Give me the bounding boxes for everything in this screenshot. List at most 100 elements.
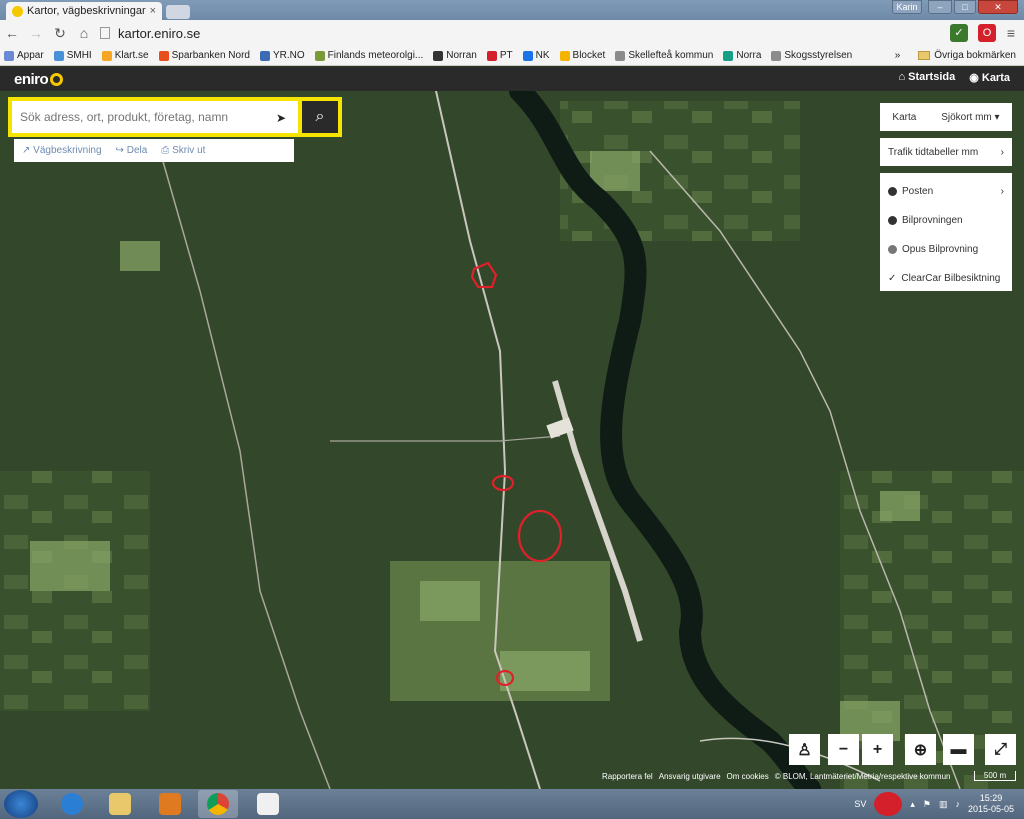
tab-title: Kartor, vägbeskrivningar	[27, 5, 146, 17]
new-tab-button[interactable]	[166, 5, 190, 19]
bookmark-icon	[314, 50, 325, 61]
explorer-icon[interactable]	[100, 790, 140, 818]
close-window-button[interactable]: ✕	[978, 0, 1018, 14]
bookmark-1[interactable]: SMHI	[53, 50, 92, 61]
map-type-selector: Karta Sjökort mm ▾	[880, 103, 1012, 131]
forward-icon[interactable]: →	[24, 25, 48, 41]
search-box: ➤ ⌕	[8, 97, 342, 137]
opera-tray-icon[interactable]	[874, 792, 903, 816]
bookmark-8[interactable]: NK	[522, 50, 550, 61]
apps-icon[interactable]	[248, 790, 288, 818]
satellite-map[interactable]	[0, 91, 1024, 789]
bookmark-0[interactable]: Appar	[4, 50, 44, 61]
opera-extension-icon[interactable]: O	[978, 24, 996, 42]
bookmark-12[interactable]: Skogsstyrelsen	[771, 50, 852, 61]
maximize-button[interactable]: □	[954, 0, 976, 14]
volume-icon[interactable]: ♪	[955, 799, 960, 809]
bookmark-4[interactable]: YR.NO	[259, 50, 305, 61]
nav-karta[interactable]: ◉ Karta	[969, 71, 1010, 84]
system-tray: SV ▴ ⚑ ▥ ♪ 15:29 2015-05-05	[854, 792, 1014, 816]
eniro-header: eniro ⌂ Startsida ◉ Karta	[0, 67, 1024, 91]
url-field[interactable]: kartor.eniro.se	[100, 23, 950, 43]
media-player-icon[interactable]	[150, 790, 190, 818]
start-button[interactable]	[4, 790, 38, 818]
zoom-in-button[interactable]: +	[862, 734, 893, 765]
chrome-icon[interactable]	[198, 790, 238, 818]
bookmark-icon	[522, 50, 533, 61]
bookmark-10[interactable]: Skellefteå kommun	[615, 50, 713, 61]
language-indicator[interactable]: SV	[854, 799, 866, 809]
tray-arrow-icon[interactable]: ▴	[910, 799, 915, 810]
bookmark-7[interactable]: PT	[486, 50, 513, 61]
menu-icon[interactable]: ≡	[1002, 24, 1020, 42]
poi-posten[interactable]: Posten ›	[880, 177, 1012, 206]
scale-bar: 500 m	[974, 771, 1016, 781]
trafik-menu[interactable]: Trafik tidtabeller mm ›	[880, 138, 1012, 166]
url-text: kartor.eniro.se	[118, 25, 201, 41]
zoom-out-button[interactable]: −	[828, 734, 859, 765]
page-icon	[100, 27, 110, 39]
report-error-link[interactable]: Rapportera fel	[602, 772, 653, 781]
ruler-icon[interactable]: ▬	[943, 734, 974, 765]
home-icon[interactable]: ⌂	[72, 25, 96, 41]
nav-startsida[interactable]: ⌂ Startsida	[898, 71, 955, 84]
other-bookmarks[interactable]: » Övriga bokmärken	[895, 50, 1016, 61]
directions-link[interactable]: ↗ Vägbeskrivning	[22, 145, 102, 156]
bookmark-icon	[4, 50, 14, 61]
map-attribution: Rapportera fel Ansvarig utgivare Om cook…	[602, 772, 950, 781]
map-type-sjokort[interactable]: Sjökort mm ▾	[941, 112, 999, 123]
user-profile-button[interactable]: Karin	[892, 0, 922, 14]
share-link[interactable]: ↪ Dela	[116, 145, 148, 156]
bookmark-3[interactable]: Sparbanken Nord	[158, 50, 250, 61]
poi-clearcar[interactable]: ✓ ClearCar Bilbesiktning	[880, 264, 1012, 293]
chevron-right-icon: ›	[1000, 146, 1004, 158]
person-icon[interactable]: ♙	[789, 734, 820, 765]
globe-icon	[888, 187, 897, 196]
bookmark-icon	[723, 50, 734, 61]
fullscreen-icon[interactable]: ⤢	[985, 734, 1016, 765]
search-icon: ⌕	[315, 108, 325, 125]
map-imagery	[0, 91, 1024, 789]
back-icon[interactable]: ←	[0, 25, 24, 41]
search-input[interactable]	[12, 101, 298, 133]
search-actions: ↗ Vägbeskrivning ↪ Dela ⎙ Skriv ut	[14, 139, 294, 162]
clock[interactable]: 15:29 2015-05-05	[968, 793, 1014, 815]
check-icon: ✓	[888, 273, 897, 284]
tab-close-icon[interactable]: ×	[150, 5, 156, 17]
extension-icon[interactable]: ✓	[950, 24, 968, 42]
cookies-link[interactable]: Om cookies	[727, 772, 769, 781]
bookmark-icon	[158, 50, 169, 61]
bookmark-icon	[101, 50, 112, 61]
bookmark-icon	[615, 50, 626, 61]
flag-icon[interactable]: ⚑	[923, 799, 931, 810]
bookmark-9[interactable]: Blocket	[559, 50, 605, 61]
bookmark-5[interactable]: Finlands meteorolgi...	[314, 50, 423, 61]
map-type-karta[interactable]: Karta	[892, 112, 916, 123]
bookmark-11[interactable]: Norra	[723, 50, 761, 61]
reload-icon[interactable]: ↻	[48, 25, 72, 42]
chevron-right-icon: ›	[1000, 186, 1004, 197]
trafik-label: Trafik tidtabeller mm	[888, 146, 979, 158]
bookmark-icon	[771, 50, 782, 61]
browser-tab[interactable]: Kartor, vägbeskrivningar ×	[6, 2, 162, 20]
minimize-button[interactable]: –	[928, 0, 952, 14]
locate-icon[interactable]: ⊕	[905, 734, 936, 765]
poi-opus[interactable]: Opus Bilprovning	[880, 235, 1012, 264]
bookmark-icon	[259, 50, 270, 61]
locate-me-icon[interactable]: ➤	[276, 111, 286, 125]
eniro-logo-mark	[50, 72, 64, 86]
bookmark-icon	[53, 50, 64, 61]
person-icon	[888, 216, 897, 225]
print-link[interactable]: ⎙ Skriv ut	[161, 145, 205, 156]
poi-list: Posten › Bilprovningen Opus Bilprovning ✓…	[880, 173, 1012, 291]
poi-bilprovningen[interactable]: Bilprovningen	[880, 206, 1012, 235]
bookmark-icon	[433, 50, 444, 61]
address-bar-row: ← → ↻ ⌂ kartor.eniro.se ✓ O ≡	[0, 20, 1024, 46]
bookmark-6[interactable]: Norran	[433, 50, 477, 61]
network-icon[interactable]: ▥	[939, 799, 948, 810]
eniro-logo[interactable]: eniro	[14, 71, 64, 88]
ie-icon[interactable]	[52, 790, 92, 818]
search-button[interactable]: ⌕	[302, 101, 338, 133]
publisher-link[interactable]: Ansvarig utgivare	[659, 772, 721, 781]
bookmark-2[interactable]: Klart.se	[101, 50, 149, 61]
